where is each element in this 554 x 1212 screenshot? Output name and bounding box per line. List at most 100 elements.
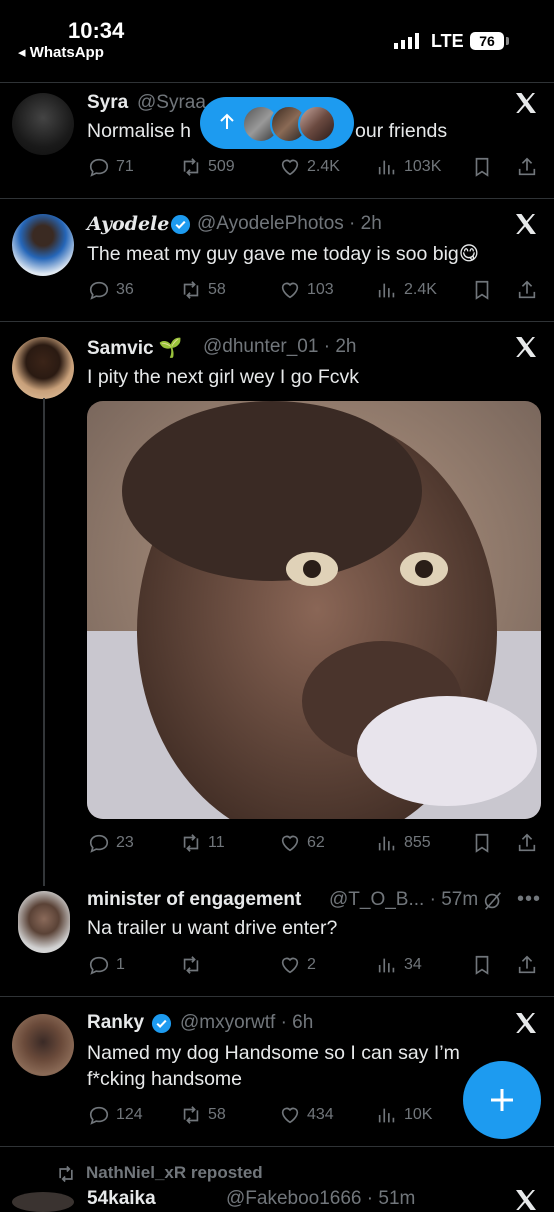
- bookmark-icon[interactable]: [471, 954, 493, 976]
- more-options-icon[interactable]: •••: [517, 888, 541, 911]
- avatar[interactable]: [12, 1192, 74, 1212]
- repost-icon: [183, 956, 199, 974]
- tweet-author-name[interactable]: minister of engagement: [87, 889, 301, 911]
- battery-tip: [506, 37, 509, 45]
- reply-button[interactable]: 1: [88, 954, 125, 976]
- reply-icon: [89, 158, 109, 177]
- repost-count: 509: [208, 158, 235, 175]
- bookmark-icon[interactable]: [471, 156, 493, 178]
- reply-icon: [89, 1106, 109, 1125]
- tweet-text: Normalise h: [87, 120, 192, 142]
- repost-button[interactable]: 509: [180, 156, 235, 178]
- heart-icon: [281, 1107, 299, 1124]
- repost-icon: [183, 834, 199, 852]
- battery-icon: 76: [470, 32, 504, 50]
- x-logo-icon: [516, 1190, 536, 1210]
- avatar[interactable]: [12, 337, 74, 399]
- views-button[interactable]: 103K: [376, 156, 441, 178]
- tweet-author-handle[interactable]: @T_O_B... · 57m: [329, 889, 478, 911]
- tweet-author-name[interactable]: Ayodele: [87, 213, 169, 235]
- share-icon[interactable]: [516, 156, 538, 178]
- tweet-author-handle[interactable]: @mxyorwtf · 6h: [180, 1012, 313, 1034]
- tweet-author-name[interactable]: 54kaika: [87, 1188, 156, 1210]
- tweet-text: Named my dog Handsome so I can say I’m: [87, 1042, 460, 1064]
- views-button[interactable]: 855: [376, 832, 431, 854]
- tweet-text: The meat my guy gave me today is soo big…: [87, 243, 480, 265]
- heart-icon: [281, 282, 299, 299]
- repost-button[interactable]: 11: [180, 832, 225, 854]
- like-button[interactable]: 2: [279, 954, 316, 976]
- avatar[interactable]: [12, 1014, 74, 1076]
- reply-count: 36: [116, 281, 134, 298]
- tweet-author-handle[interactable]: @AyodelePhotos · 2h: [197, 213, 382, 235]
- views-button[interactable]: 34: [376, 954, 422, 976]
- repost-icon: [183, 281, 199, 299]
- like-count: 434: [307, 1106, 334, 1123]
- like-count: 62: [307, 834, 325, 851]
- share-icon[interactable]: [516, 279, 538, 301]
- status-time: 10:34: [68, 18, 125, 43]
- reply-icon: [89, 281, 109, 300]
- like-button[interactable]: 62: [279, 832, 325, 854]
- tweet-divider: [0, 198, 554, 199]
- reply-button[interactable]: 124: [88, 1104, 143, 1126]
- tweet-media-image[interactable]: [87, 401, 541, 819]
- repost-icon: [59, 1165, 73, 1183]
- repost-button[interactable]: 58: [180, 1104, 226, 1126]
- like-button[interactable]: 434: [279, 1104, 334, 1126]
- reply-button[interactable]: 71: [88, 156, 134, 178]
- reply-icon: [89, 834, 109, 853]
- like-count: 2: [307, 956, 316, 973]
- repost-button[interactable]: 58: [180, 279, 226, 301]
- x-logo-icon: [516, 214, 536, 234]
- views-icon: [378, 1108, 395, 1123]
- like-button[interactable]: 103: [279, 279, 334, 301]
- views-count: 103K: [404, 158, 442, 175]
- tweet-text-continued: our friends: [355, 120, 448, 142]
- views-button[interactable]: 2.4K: [376, 279, 437, 301]
- tweet-author-name[interactable]: Samvic 🌱: [87, 336, 182, 360]
- repost-button[interactable]: [180, 954, 208, 976]
- heart-icon: [281, 159, 299, 176]
- compose-post-button[interactable]: [463, 1061, 541, 1139]
- x-logo-icon: [516, 1013, 536, 1033]
- views-count: 10K: [404, 1106, 433, 1123]
- share-icon[interactable]: [516, 832, 538, 854]
- like-count: 2.4K: [307, 158, 340, 175]
- repost-count: 11: [208, 834, 225, 851]
- network-type: LTE: [431, 31, 464, 51]
- reply-count: 124: [116, 1106, 143, 1123]
- x-logo-icon: [516, 93, 536, 113]
- tweet-author-handle[interactable]: @Fakeboo1666 · 51m: [226, 1188, 415, 1210]
- share-icon[interactable]: [516, 954, 538, 976]
- bookmark-icon[interactable]: [471, 832, 493, 854]
- views-count: 2.4K: [404, 281, 437, 298]
- tweet-text: I pity the next girl wey I go Fcvk: [87, 366, 360, 388]
- avatar[interactable]: [12, 214, 74, 276]
- avatar[interactable]: [12, 93, 74, 155]
- repost-count: 58: [208, 281, 226, 298]
- verified-badge-icon: [151, 1013, 172, 1034]
- signal-icon: [394, 33, 419, 49]
- reply-count: 1: [116, 956, 125, 973]
- back-to-app-link[interactable]: ◂ WhatsApp: [18, 43, 104, 61]
- grok-icon[interactable]: [482, 890, 504, 912]
- heart-icon: [281, 957, 299, 974]
- views-icon: [378, 283, 395, 298]
- like-button[interactable]: 2.4K: [279, 156, 340, 178]
- views-button[interactable]: 10K: [376, 1104, 432, 1126]
- tweet-text-continued: f*cking handsome: [87, 1068, 243, 1090]
- new-posts-pill[interactable]: [200, 97, 354, 149]
- views-icon: [378, 160, 395, 175]
- repost-icon: [183, 1106, 199, 1124]
- tweet-divider: [0, 1146, 554, 1147]
- avatar[interactable]: [18, 891, 70, 953]
- bookmark-icon[interactable]: [471, 279, 493, 301]
- tweet-author-name[interactable]: Ranky: [87, 1012, 144, 1034]
- tweet-author-name[interactable]: Syra: [87, 92, 128, 114]
- top-divider: [0, 82, 554, 83]
- reply-button[interactable]: 36: [88, 279, 134, 301]
- tweet-author-handle[interactable]: @dhunter_01 · 2h: [203, 336, 356, 358]
- reply-button[interactable]: 23: [88, 832, 134, 854]
- repost-banner-text[interactable]: NathNiel_xR reposted: [86, 1163, 263, 1183]
